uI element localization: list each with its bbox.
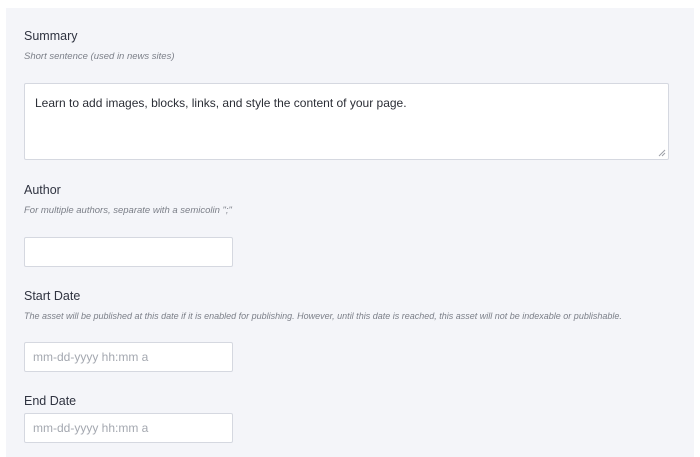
summary-textarea[interactable]: Learn to add images, blocks, links, and …	[24, 83, 669, 160]
author-help-text: For multiple authors, separate with a se…	[24, 205, 232, 216]
start-date-placeholder: mm-dd-yyyy hh:mm a	[33, 350, 149, 364]
summary-label: Summary	[24, 29, 78, 43]
start-date-label: Start Date	[24, 289, 81, 303]
author-label: Author	[24, 183, 61, 197]
start-date-input[interactable]: mm-dd-yyyy hh:mm a	[24, 342, 233, 372]
author-input[interactable]	[24, 237, 233, 267]
summary-value: Learn to add images, blocks, links, and …	[35, 96, 407, 110]
resize-handle-icon[interactable]	[658, 149, 666, 157]
end-date-label: End Date	[24, 394, 77, 408]
end-date-input[interactable]: mm-dd-yyyy hh:mm a	[24, 413, 233, 443]
summary-help-text: Short sentence (used in news sites)	[24, 51, 175, 62]
form-panel	[6, 8, 694, 457]
end-date-placeholder: mm-dd-yyyy hh:mm a	[33, 421, 149, 435]
start-date-help-text: The asset will be published at this date…	[24, 311, 622, 321]
page: Summary Short sentence (used in news sit…	[0, 0, 700, 457]
